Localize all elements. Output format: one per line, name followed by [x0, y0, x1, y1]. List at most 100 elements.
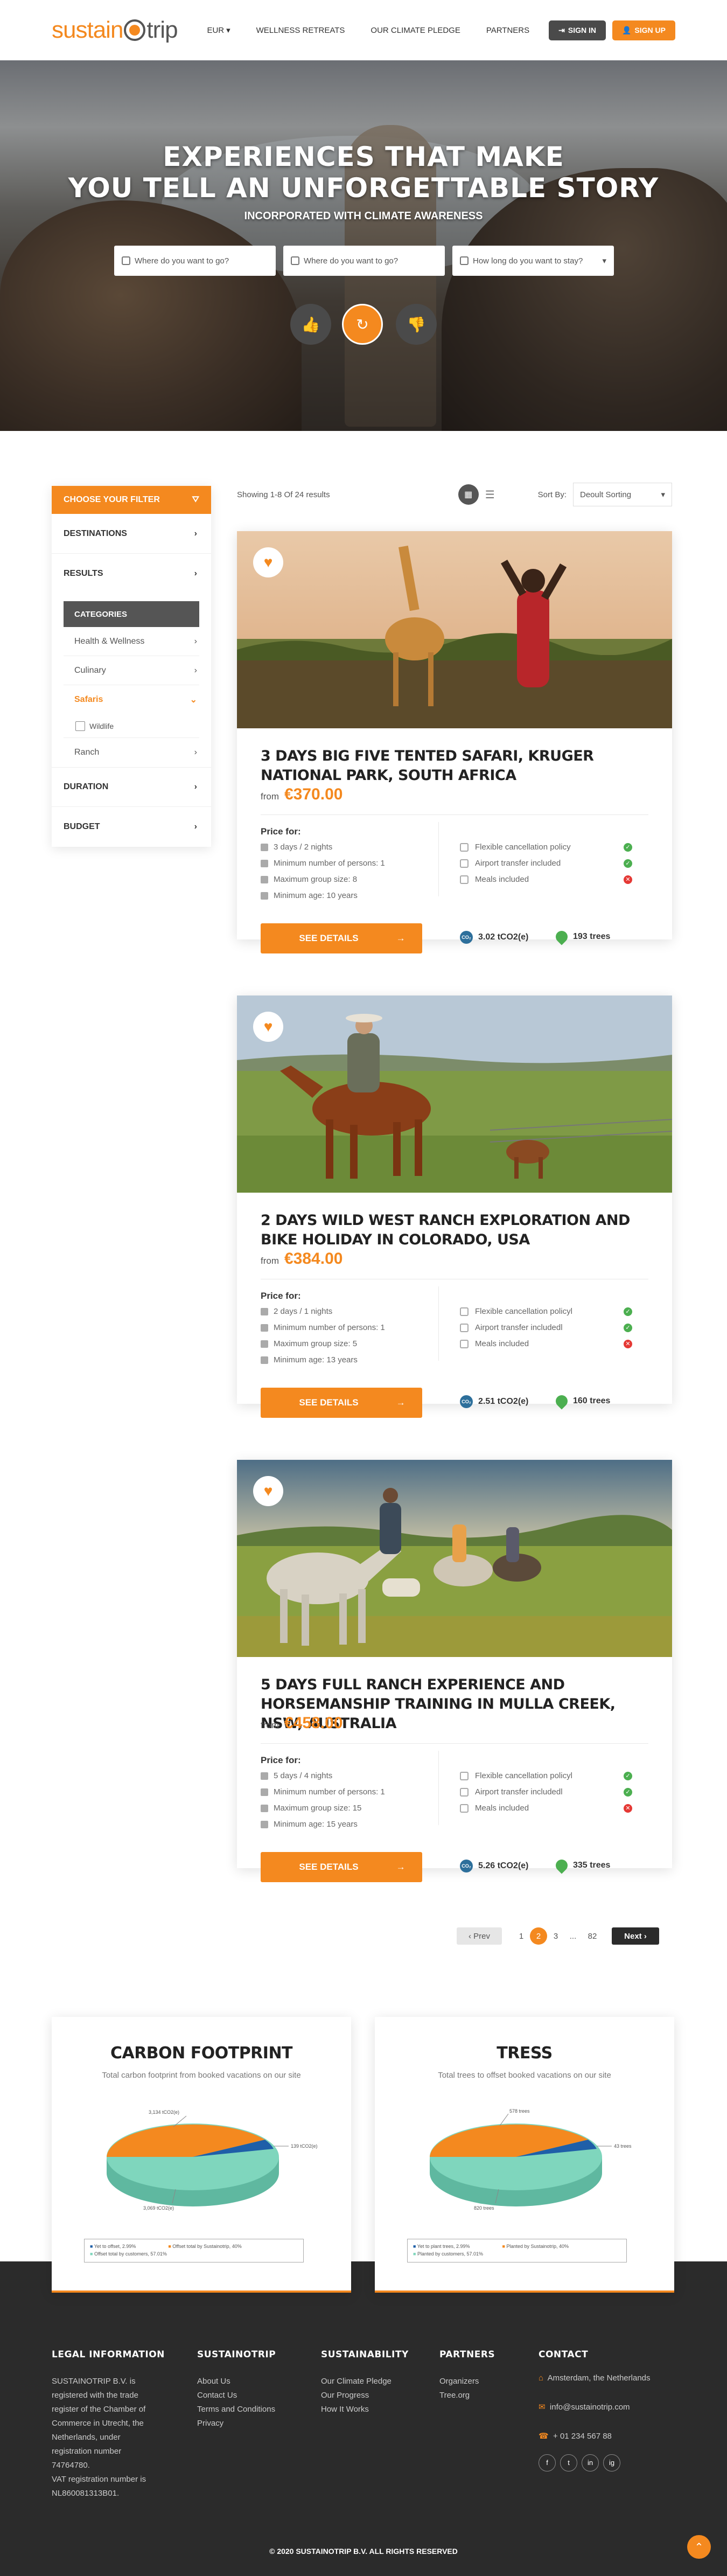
footer-link[interactable]: How It Works	[321, 2403, 409, 2417]
date-search[interactable]: Where do you want to go?	[283, 246, 445, 276]
co2-icon: CO₂	[460, 1860, 473, 1872]
co2-badge: CO₂ 3.02 tCO2(e)	[460, 931, 528, 944]
filter-budget[interactable]: BUDGET ›	[52, 807, 211, 847]
logo[interactable]: sustain trip	[52, 17, 178, 44]
sign-in-button[interactable]: ⇥ SIGN IN	[549, 20, 606, 40]
tour-image-safari[interactable]	[237, 531, 672, 728]
see-details-button[interactable]: SEE DETAILS →	[261, 1388, 422, 1418]
footer-link[interactable]: Tree.org	[439, 2389, 495, 2403]
contact-phone[interactable]: ☎ + 01 234 567 88	[539, 2422, 651, 2451]
tour-features: Flexible cancellation policyl ✓ Airport t…	[460, 1304, 632, 1352]
prev-label: Prev	[473, 1931, 490, 1941]
price-for-label: Price for:	[261, 826, 301, 837]
facebook-icon[interactable]: f	[539, 2454, 556, 2471]
tour-features: Flexible cancellation policyl ✓ Airport t…	[460, 1768, 632, 1816]
tour-image-horses[interactable]	[237, 1460, 672, 1657]
thumbs-down-button[interactable]: 👎	[396, 304, 437, 345]
heart-icon: ♥	[263, 554, 273, 570]
grid-view-icon[interactable]: ▦	[458, 484, 479, 505]
filter-header[interactable]: CHOOSE YOUR FILTER ⛛	[52, 486, 211, 514]
pie-label: 578 trees	[509, 2108, 530, 2114]
tour-title[interactable]: 3 DAYS BIG FIVE TENTED SAFARI, KRUGER NA…	[261, 747, 648, 785]
page-link-current[interactable]: 2	[530, 1927, 547, 1945]
refresh-button[interactable]: ↻	[342, 304, 383, 345]
trees-value: 193 trees	[573, 932, 611, 941]
destination-search[interactable]: Where do you want to go?	[114, 246, 276, 276]
person-icon	[261, 860, 268, 867]
instagram-icon[interactable]: ig	[603, 2454, 620, 2471]
filter-destinations[interactable]: DESTINATIONS ›	[52, 514, 211, 554]
footer-link[interactable]: Our Progress	[321, 2389, 409, 2403]
favorite-heart-button[interactable]: ♥	[253, 547, 283, 577]
contact-text: Amsterdam, the Netherlands	[547, 2373, 651, 2383]
legend-swatch-icon: ■	[90, 2244, 93, 2249]
tour-card: ♥ 5 DAYS FULL RANCH EXPERIENCE AND HORSE…	[237, 1460, 672, 1882]
feature-text: Airport transfer includedl	[475, 1787, 563, 1797]
carbon-footprint-card: CARBON FOOTPRINT Total carbon footprint …	[52, 2017, 351, 2293]
category-safaris[interactable]: Safaris ⌄	[64, 685, 199, 714]
footer-heading: SUSTAINOTRIP	[197, 2349, 276, 2360]
page-link[interactable]: 82	[582, 1927, 603, 1945]
chart-legend: ■ Yet to offset, 2.99% ■ Offset total by …	[84, 2239, 304, 2262]
chevron-right-icon: ›	[194, 636, 197, 646]
check-icon: ✓	[624, 1772, 632, 1780]
chart-legend: ■ Yet to plant trees, 2.99% ■ Planted by …	[407, 2239, 627, 2262]
prev-page-button[interactable]: ‹ Prev	[457, 1927, 502, 1945]
tour-price: from €458.00	[261, 1714, 342, 1732]
funnel-icon: ⛛	[192, 495, 199, 504]
check-icon: ✓	[624, 843, 632, 852]
thumbs-up-button[interactable]: 👍	[290, 304, 331, 345]
currency-select[interactable]: EUR ▾	[207, 25, 230, 36]
plane-icon	[460, 1788, 469, 1797]
pie-label: 820 trees	[474, 2205, 494, 2211]
person-icon	[261, 1324, 268, 1332]
footer-link[interactable]: Terms and Conditions	[197, 2403, 276, 2417]
linkedin-icon[interactable]: in	[582, 2454, 599, 2471]
back-to-top-button[interactable]: ⌃	[687, 2535, 711, 2559]
meal-icon	[460, 875, 469, 884]
chevron-down-icon: ⌄	[190, 695, 197, 705]
see-details-button[interactable]: SEE DETAILS →	[261, 923, 422, 953]
footer-link[interactable]: Our Climate Pledge	[321, 2375, 409, 2389]
wildlife-checkbox[interactable]	[75, 721, 85, 731]
nav-partners[interactable]: PARTNERS	[486, 26, 529, 35]
ranch-photo	[237, 995, 672, 1193]
subcategory-wildlife[interactable]: Wildlife	[64, 714, 199, 738]
tour-details: 2 days / 1 nights Minimum number of pers…	[261, 1304, 385, 1368]
see-details-button[interactable]: SEE DETAILS →	[261, 1852, 422, 1882]
tour-image-ranch[interactable]	[237, 995, 672, 1193]
favorite-heart-button[interactable]: ♥	[253, 1476, 283, 1506]
category-ranch[interactable]: Ranch ›	[64, 738, 199, 767]
tour-title[interactable]: 2 DAYS WILD WEST RANCH EXPLORATION AND B…	[261, 1211, 648, 1250]
contact-address: ⌂ Amsterdam, the Netherlands	[539, 2364, 651, 2393]
detail-duration: 3 days / 2 nights	[261, 839, 385, 855]
favorite-heart-button[interactable]: ♥	[253, 1012, 283, 1042]
category-culinary[interactable]: Culinary ›	[64, 656, 199, 685]
legend-text: Planted by customers, 57.01%	[417, 2251, 484, 2257]
category-health-wellness[interactable]: Health & Wellness ›	[64, 627, 199, 656]
filter-duration[interactable]: DURATION ›	[52, 767, 211, 807]
footer-link[interactable]: Privacy	[197, 2417, 276, 2431]
duration-search[interactable]: How long do you want to stay? ▾	[452, 246, 614, 276]
sign-up-button[interactable]: 👤 SIGN UP	[612, 20, 675, 40]
list-view-icon[interactable]: ☰	[485, 488, 495, 502]
legend-item: ■ Planted by Sustainotrip, 40%	[502, 2243, 569, 2250]
footer-link[interactable]: Organizers	[439, 2375, 495, 2389]
sign-in-label: SIGN IN	[568, 26, 596, 34]
chevron-right-icon: ›	[194, 528, 197, 538]
calendar-icon	[261, 1308, 268, 1315]
filter-results[interactable]: RESULTS ›	[52, 554, 211, 594]
feature-text: Flexible cancellation policyl	[475, 1307, 572, 1316]
footer-link[interactable]: Contact Us	[197, 2389, 276, 2403]
nav-climate-pledge[interactable]: OUR CLIMATE PLEDGE	[371, 26, 460, 35]
next-page-button[interactable]: Next ›	[612, 1927, 659, 1945]
page-link[interactable]: 3	[547, 1927, 564, 1945]
sort-select[interactable]: Deoult Sorting ▾	[573, 483, 672, 506]
footer-link[interactable]: About Us	[197, 2375, 276, 2389]
sort-value: Deoult Sorting	[580, 490, 632, 499]
twitter-icon[interactable]: t	[560, 2454, 577, 2471]
legal-line: register of the Chamber of	[52, 2405, 146, 2414]
page-link[interactable]: 1	[513, 1927, 530, 1945]
contact-email[interactable]: ✉ info@sustainotrip.com	[539, 2393, 651, 2422]
nav-wellness-retreats[interactable]: WELLNESS RETREATS	[256, 26, 345, 35]
